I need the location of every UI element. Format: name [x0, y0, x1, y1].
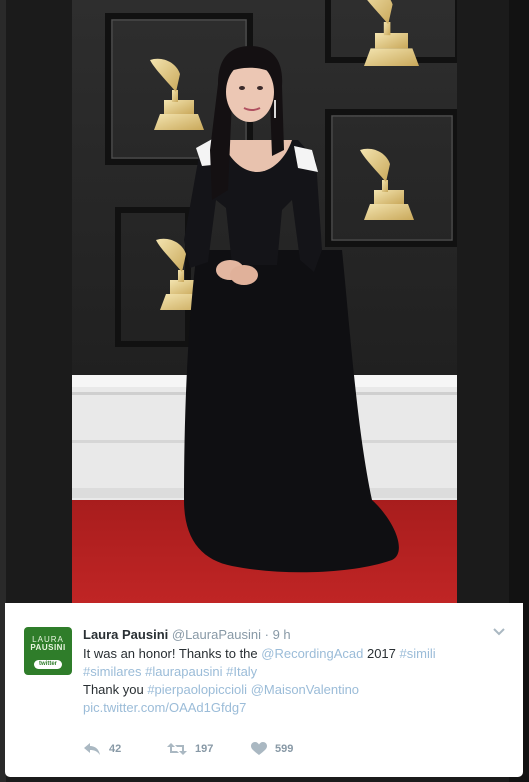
tweet-line-1: It was an honor! Thanks to the @Recordin… — [83, 645, 503, 663]
text-segment: It was an honor! Thanks to the — [83, 646, 262, 661]
tweet-timestamp[interactable]: 9 h — [273, 627, 291, 642]
mention-link[interactable]: @MaisonValentino — [251, 682, 359, 697]
like-button[interactable]: 599 — [251, 739, 293, 759]
tweet-photo[interactable] — [72, 0, 457, 603]
reply-count: 42 — [109, 743, 122, 755]
retweet-icon — [167, 743, 187, 755]
avatar-badge: twitter — [34, 660, 62, 669]
tweet-card[interactable]: LAURA PAUSINI twitter Laura Pausini @Lau… — [5, 603, 523, 777]
tweet-line-2: #similares #laurapausini #Italy — [83, 663, 503, 681]
avatar[interactable]: LAURA PAUSINI twitter — [24, 627, 72, 675]
tweet-line-3: Thank you #pierpaolopiccioli @MaisonVale… — [83, 681, 503, 699]
like-count: 599 — [275, 743, 294, 755]
tweet-line-4: pic.twitter.com/OAAd1Gfdg7 — [83, 699, 503, 717]
media-link[interactable]: pic.twitter.com/OAAd1Gfdg7 — [83, 700, 246, 715]
hashtag-link[interactable]: #pierpaolopiccioli — [147, 682, 247, 697]
avatar-text-name: PAUSINI — [30, 643, 66, 652]
author-handle[interactable]: @LauraPausini — [172, 627, 261, 642]
separator-dot: · — [264, 627, 269, 642]
author-name[interactable]: Laura Pausini — [83, 627, 168, 642]
text-segment: 2017 — [363, 646, 400, 661]
hashtag-link[interactable]: #laurapausini — [145, 664, 222, 679]
hashtag-link[interactable]: #similares — [83, 664, 142, 679]
hashtag-link[interactable]: #Italy — [226, 664, 257, 679]
reply-button[interactable]: 42 — [83, 739, 121, 759]
tweet-header: Laura Pausini @LauraPausini · 9 h — [83, 627, 291, 642]
heart-icon — [251, 742, 267, 755]
hashtag-link[interactable]: #simili — [400, 646, 436, 661]
chevron-down-icon[interactable] — [492, 625, 506, 639]
text-segment: Thank you — [83, 682, 148, 697]
tweet-text: It was an honor! Thanks to the @Recordin… — [83, 645, 503, 717]
retweet-count: 197 — [195, 743, 214, 755]
mention-link[interactable]: @RecordingAcad — [261, 646, 363, 661]
reply-icon — [84, 743, 100, 755]
retweet-button[interactable]: 197 — [167, 739, 213, 759]
